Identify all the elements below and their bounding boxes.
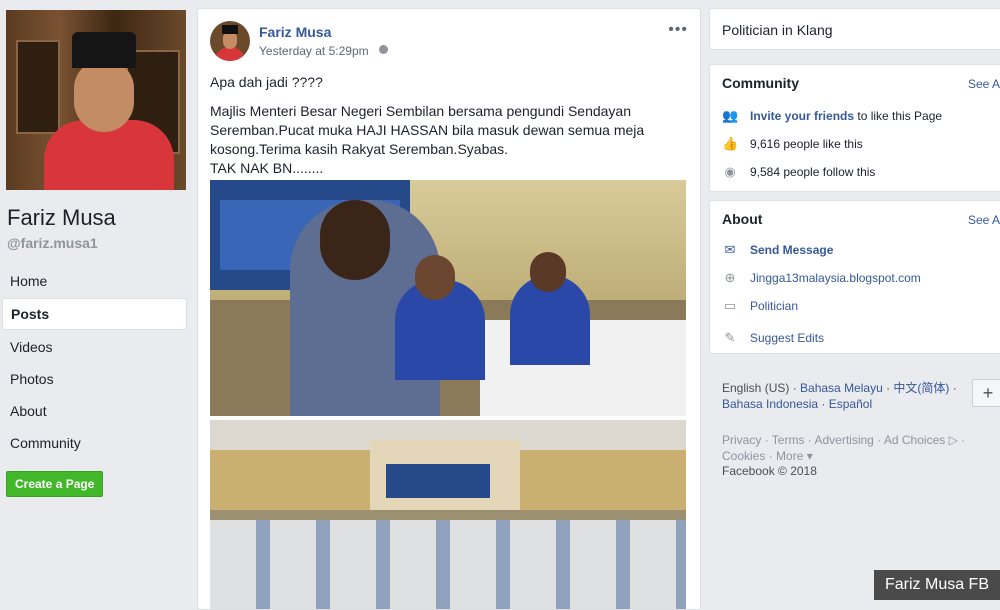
nav-item-videos[interactable]: Videos (2, 332, 187, 362)
category-link[interactable]: Politician (750, 299, 798, 313)
community-see-all-link[interactable]: See All (968, 77, 1000, 91)
post-line: Apa dah jadi ???? (210, 74, 323, 90)
left-column: Fariz Musa @fariz.musa1 Home Posts Video… (0, 0, 195, 600)
messenger-icon: ✉ (724, 242, 736, 257)
post-author[interactable]: Fariz Musa (259, 24, 331, 40)
suggest-edits-link[interactable]: Suggest Edits (750, 331, 824, 345)
nav-item-home[interactable]: Home (2, 266, 187, 296)
post-line: Majlis Menteri Besar Negeri Sembilan ber… (210, 103, 645, 157)
avatar-hat (222, 25, 238, 34)
suggest-row: ✎ Suggest Edits (722, 330, 825, 346)
post-line: TAK NAK BN........ (210, 160, 324, 176)
more-options-icon[interactable]: ••• (668, 21, 688, 39)
language-selector: English (US) · Bahasa Melayu · 中文(简体) · … (722, 380, 972, 412)
about-title[interactable]: About (722, 211, 762, 227)
profile-person-hat (72, 32, 136, 68)
language-option[interactable]: Español (829, 397, 872, 411)
avatar-body (215, 47, 245, 61)
website-link[interactable]: Jingga13malaysia.blogspot.com (750, 271, 921, 285)
footer-link-cookies[interactable]: Cookies (722, 449, 765, 463)
footer-link-terms[interactable]: Terms (772, 433, 805, 447)
nav-item-posts[interactable]: Posts (2, 298, 187, 330)
message-row: ✉ Send Message (722, 242, 834, 258)
nav-item-photos[interactable]: Photos (2, 364, 187, 394)
category-card: Politician in Klang (709, 8, 1000, 50)
thumbs-up-icon: 👍 (722, 136, 739, 151)
language-option[interactable]: Bahasa Indonesia (722, 397, 818, 411)
separator: · (804, 433, 815, 447)
create-page-button[interactable]: Create a Page (6, 471, 104, 497)
page-handle[interactable]: @fariz.musa1 (7, 235, 98, 251)
watermark-caption: Fariz Musa FB (874, 570, 1000, 600)
separator: · (882, 381, 894, 395)
separator: · (957, 433, 966, 447)
photo-tables (210, 520, 686, 609)
post-card: Fariz Musa Yesterday at 5:29pm ••• Apa d… (197, 8, 701, 610)
send-message-link[interactable]: Send Message (750, 243, 833, 257)
footer-links: Privacy · Terms · Advertising · Ad Choic… (722, 432, 992, 464)
current-language: English (US) (722, 381, 790, 395)
category-row: ▭ Politician (722, 298, 798, 314)
photo-person-head (530, 252, 566, 292)
likes-row: 👍 9,616 people like this (722, 136, 863, 152)
follows-row: ◉ 9,584 people follow this (722, 164, 875, 180)
rss-icon: ◉ (724, 164, 736, 179)
footer-link-more[interactable]: More ▾ (776, 449, 813, 463)
page-nav: Home Posts Videos Photos About Community (2, 266, 187, 460)
separator: · (789, 381, 801, 395)
follows-count: 9,584 people follow this (750, 165, 876, 179)
footer-link-ad-choices[interactable]: Ad Choices ▷ (884, 433, 958, 447)
community-title[interactable]: Community (722, 75, 799, 91)
post-photo-2[interactable] (210, 420, 686, 609)
separator: · (873, 433, 884, 447)
globe-icon (379, 45, 388, 54)
author-avatar[interactable] (210, 21, 250, 61)
photo-person-head (415, 255, 455, 300)
invite-row: 👥 Invite your friends to like this Page (722, 108, 942, 124)
nav-item-about[interactable]: About (2, 396, 187, 426)
post-timestamp[interactable]: Yesterday at 5:29pm (259, 44, 369, 58)
people-icon: 👥 (722, 108, 739, 123)
globe-icon: ⊕ (724, 270, 736, 285)
separator: · (765, 449, 777, 463)
profile-picture[interactable] (6, 10, 186, 190)
separator: · (818, 397, 829, 411)
about-card: About See All ✉ Send Message ⊕ Jingga13mal… (709, 200, 1000, 354)
separator: · (761, 433, 772, 447)
briefcase-icon: ▭ (723, 298, 737, 313)
cabinet-shelf (16, 40, 60, 134)
nav-item-community[interactable]: Community (2, 428, 187, 458)
page-title[interactable]: Fariz Musa (7, 205, 116, 231)
community-card: Community See All 👥 Invite your friends t… (709, 64, 1000, 192)
add-language-button[interactable]: + (972, 379, 1000, 407)
invite-text: to like this Page (854, 109, 943, 123)
photo-stage-banner (386, 464, 490, 498)
page-category[interactable]: Politician in Klang (722, 22, 833, 38)
website-row: ⊕ Jingga13malaysia.blogspot.com (722, 270, 921, 286)
post-text: Apa dah jadi ???? Majlis Menteri Besar N… (210, 73, 686, 188)
language-option[interactable]: Bahasa Melayu (800, 381, 883, 395)
likes-count: 9,616 people like this (750, 137, 863, 151)
separator: · (949, 381, 957, 395)
language-option[interactable]: 中文(简体) (893, 381, 949, 395)
pencil-icon: ✎ (724, 330, 736, 345)
footer-link-privacy[interactable]: Privacy (722, 433, 761, 447)
profile-person-face (74, 60, 134, 132)
invite-friends-link[interactable]: Invite your friends (750, 109, 854, 123)
footer-link-advertising[interactable]: Advertising (814, 433, 873, 447)
copyright: Facebook © 2018 (722, 464, 817, 478)
photo-person-head (320, 200, 390, 280)
post-photo-1[interactable] (210, 180, 686, 416)
about-see-all-link[interactable]: See All (968, 213, 1000, 227)
